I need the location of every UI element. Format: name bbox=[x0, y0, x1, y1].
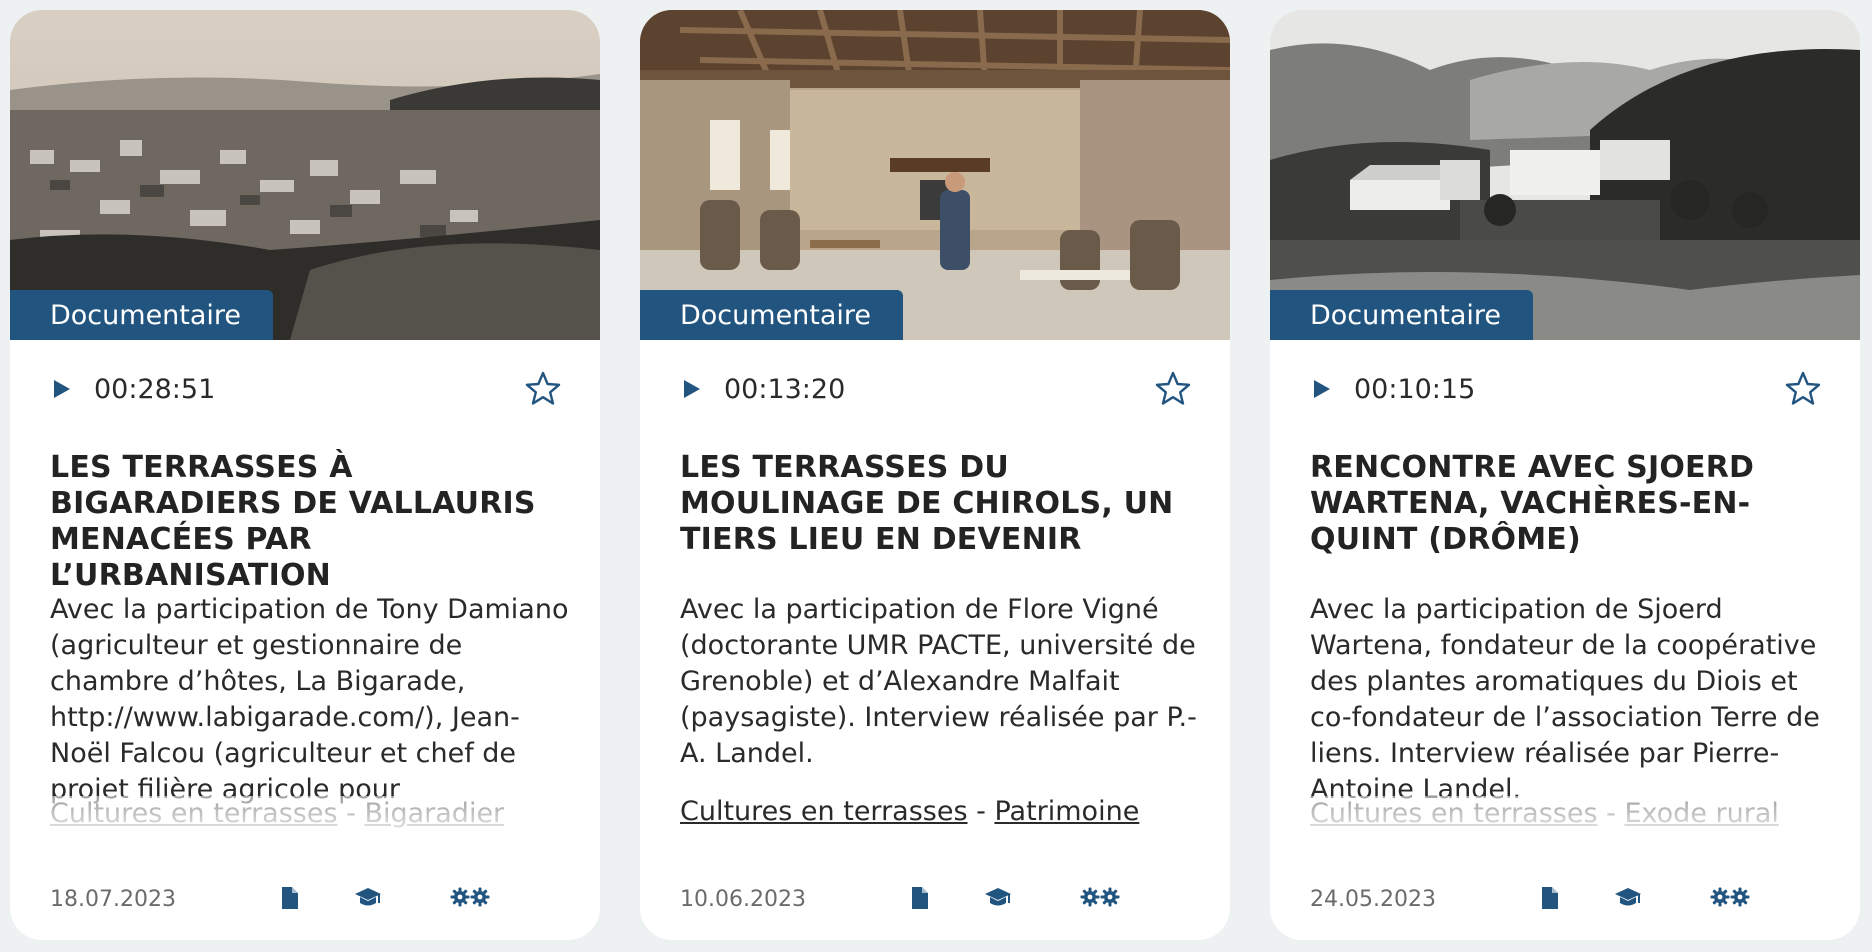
video-duration: 00:13:20 bbox=[724, 373, 846, 405]
play-icon[interactable] bbox=[1310, 370, 1348, 408]
gears-icon[interactable] bbox=[1710, 886, 1750, 912]
card-footer: 18.07.2023 bbox=[50, 882, 562, 916]
video-description: Avec la participation de Sjoerd Wartena,… bbox=[1310, 594, 1820, 805]
card-footer: 24.05.2023 bbox=[1310, 882, 1822, 916]
video-meta: 00:13:20 bbox=[680, 368, 1192, 410]
video-card[interactable]: Documentaire 00:28:51 LES TERRASSES À BI… bbox=[10, 10, 600, 940]
graduation-cap-icon[interactable] bbox=[354, 886, 382, 914]
tag-separator: - bbox=[967, 796, 995, 827]
play-icon[interactable] bbox=[680, 370, 718, 408]
graduation-cap-icon[interactable] bbox=[984, 886, 1012, 914]
tag-separator: - bbox=[1597, 798, 1625, 829]
gears-icon[interactable] bbox=[450, 886, 490, 912]
tag-link[interactable]: Cultures en terrasses bbox=[1310, 798, 1598, 829]
video-duration: 00:10:15 bbox=[1354, 373, 1476, 405]
tag-fade bbox=[680, 826, 1200, 856]
star-icon[interactable] bbox=[524, 370, 562, 408]
video-duration: 00:28:51 bbox=[94, 373, 216, 405]
video-title[interactable]: LES TERRASSES DU MOULINAGE DE CHIROLS, U… bbox=[680, 450, 1190, 558]
video-description: Avec la participation de Tony Damiano (a… bbox=[50, 594, 569, 805]
star-icon[interactable] bbox=[1784, 370, 1822, 408]
document-icon[interactable] bbox=[280, 886, 300, 914]
tag-link[interactable]: Exode rural bbox=[1624, 798, 1778, 829]
tag-list: Cultures en terrasses - Patrimoine bbox=[680, 794, 1200, 856]
star-icon[interactable] bbox=[1154, 370, 1192, 408]
tag-list: Cultures en terrasses - Exode rural bbox=[1310, 796, 1830, 856]
play-icon[interactable] bbox=[50, 370, 88, 408]
video-title[interactable]: LES TERRASSES À BIGARADIERS DE VALLAURIS… bbox=[50, 450, 560, 594]
resource-icons bbox=[910, 882, 1190, 916]
publish-date: 18.07.2023 bbox=[50, 886, 176, 912]
category-badge: Documentaire bbox=[10, 290, 273, 340]
resource-icons bbox=[280, 882, 560, 916]
gears-icon[interactable] bbox=[1080, 886, 1120, 912]
category-badge: Documentaire bbox=[640, 290, 903, 340]
tag-link[interactable]: Cultures en terrasses bbox=[50, 798, 338, 829]
tag-link[interactable]: Bigaradier bbox=[364, 798, 504, 829]
video-thumbnail[interactable]: Documentaire bbox=[640, 10, 1230, 340]
tag-list: Cultures en terrasses - Bigaradier bbox=[50, 796, 570, 856]
video-card[interactable]: Documentaire 00:10:15 RENCONTRE AVEC SJO… bbox=[1270, 10, 1860, 940]
resource-icons bbox=[1540, 882, 1820, 916]
video-thumbnail[interactable]: Documentaire bbox=[1270, 10, 1860, 340]
video-card[interactable]: Documentaire 00:13:20 LES TERRASSES DU M… bbox=[640, 10, 1230, 940]
category-badge: Documentaire bbox=[1270, 290, 1533, 340]
publish-date: 24.05.2023 bbox=[1310, 886, 1436, 912]
document-icon[interactable] bbox=[1540, 886, 1560, 914]
video-description: Avec la participation de Flore Vigné (do… bbox=[680, 594, 1197, 769]
video-thumbnail[interactable]: Documentaire bbox=[10, 10, 600, 340]
video-meta: 00:28:51 bbox=[50, 368, 562, 410]
tag-link[interactable]: Patrimoine bbox=[994, 796, 1139, 827]
video-card-grid: Documentaire 00:28:51 LES TERRASSES À BI… bbox=[10, 10, 1860, 940]
video-title[interactable]: RENCONTRE AVEC SJOERD WARTENA, VACHÈRES-… bbox=[1310, 450, 1820, 558]
tag-separator: - bbox=[337, 798, 365, 829]
tag-link[interactable]: Cultures en terrasses bbox=[680, 796, 968, 827]
graduation-cap-icon[interactable] bbox=[1614, 886, 1642, 914]
document-icon[interactable] bbox=[910, 886, 930, 914]
publish-date: 10.06.2023 bbox=[680, 886, 806, 912]
card-footer: 10.06.2023 bbox=[680, 882, 1192, 916]
video-meta: 00:10:15 bbox=[1310, 368, 1822, 410]
